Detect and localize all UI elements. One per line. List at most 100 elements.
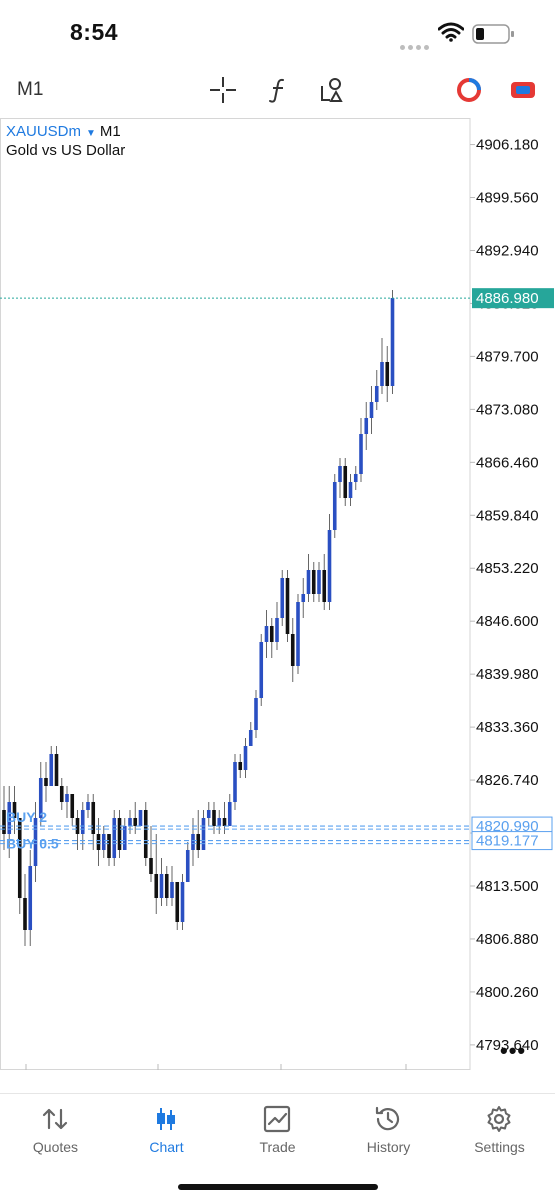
- bear-candle: [385, 362, 390, 386]
- nav-quotes-label: Quotes: [32, 1139, 79, 1155]
- bull-candle: [306, 570, 311, 594]
- bear-candle: [54, 754, 59, 786]
- crosshair-icon[interactable]: [207, 74, 239, 106]
- bear-candle: [212, 810, 216, 826]
- bear-candle: [311, 570, 316, 594]
- bull-candle: [348, 482, 353, 498]
- price-chart[interactable]: 4906.1804899.5604892.9404886.3204879.700…: [0, 118, 555, 1070]
- price-tick-label: 4806.880: [476, 931, 539, 948]
- price-tick-label: 4899.560: [476, 190, 539, 207]
- price-tick-label: 4859.840: [476, 507, 539, 524]
- symbol-name[interactable]: XAUUSDm: [6, 123, 81, 140]
- battery-icon: [472, 24, 514, 44]
- bear-candle: [70, 794, 75, 818]
- signal-dots-icon: [400, 37, 432, 55]
- more-options-icon[interactable]: •••: [500, 1038, 526, 1064]
- order-price-label: 4819.177: [476, 833, 539, 850]
- price-tick-label: 4879.700: [476, 348, 539, 365]
- bull-candle: [101, 834, 106, 850]
- nav-trade[interactable]: Trade: [222, 1094, 333, 1174]
- bull-candle: [185, 850, 190, 882]
- status-time: 8:54: [70, 19, 119, 45]
- nav-quotes[interactable]: Quotes: [0, 1094, 111, 1174]
- bull-candle: [112, 818, 117, 858]
- bull-candle: [327, 530, 332, 602]
- bull-candle: [338, 466, 342, 482]
- bull-candle: [65, 794, 69, 802]
- bull-candle: [28, 866, 33, 930]
- nav-history[interactable]: History: [333, 1094, 444, 1174]
- bear-candle: [290, 634, 295, 666]
- objects-icon[interactable]: [316, 74, 348, 106]
- nav-settings[interactable]: Settings: [444, 1094, 555, 1174]
- order-label: BUY 0.5: [6, 836, 59, 852]
- nav-history-label: History: [366, 1139, 411, 1155]
- timeframe-button[interactable]: M1: [17, 79, 43, 101]
- bull-candle: [206, 810, 211, 818]
- bear-candle: [149, 858, 153, 874]
- price-tick-label: 4813.500: [476, 878, 539, 895]
- wifi-icon: [438, 22, 464, 42]
- symbol-header[interactable]: XAUUSDm ▼ M1: [6, 123, 121, 140]
- chart-toolbar: M1: [0, 62, 555, 118]
- bull-candle: [296, 602, 300, 666]
- nav-chart-label: Chart: [149, 1139, 184, 1155]
- bull-candle: [243, 746, 248, 770]
- symbol-caret-icon[interactable]: ▼: [86, 128, 96, 139]
- bull-candle: [217, 818, 222, 826]
- bear-candle: [322, 570, 327, 602]
- price-tick-label: 4833.360: [476, 719, 539, 736]
- home-indicator: [178, 1184, 378, 1190]
- bull-candle: [122, 826, 127, 850]
- one-click-trading-icon[interactable]: [453, 74, 485, 106]
- quotes-icon: [42, 1108, 68, 1130]
- price-tick-label: 4853.220: [476, 560, 539, 577]
- chart-icon: [157, 1108, 175, 1130]
- bear-candle: [133, 818, 138, 826]
- indicators-icon[interactable]: [262, 74, 294, 106]
- bull-candle: [332, 482, 337, 530]
- bull-candle: [80, 810, 85, 834]
- bull-candle: [86, 802, 90, 810]
- bull-candle: [317, 570, 321, 594]
- bear-candle: [269, 626, 274, 642]
- bull-candle: [159, 874, 164, 898]
- bull-candle: [170, 882, 174, 898]
- nav-settings-label: Settings: [474, 1139, 525, 1155]
- bear-candle: [343, 466, 348, 498]
- candlestick-chart[interactable]: 4906.1804899.5604892.9404886.3204879.700…: [0, 118, 555, 1070]
- bear-candle: [17, 818, 22, 898]
- bear-candle: [175, 882, 180, 922]
- history-icon: [375, 1106, 400, 1131]
- settings-gear-icon: [487, 1106, 511, 1132]
- price-tick-label: 4892.940: [476, 242, 539, 259]
- nav-trade-label: Trade: [259, 1139, 296, 1155]
- current-price-label: 4886.980: [476, 290, 539, 307]
- bull-candle: [128, 818, 132, 826]
- bull-candle: [301, 594, 306, 602]
- price-tick-label: 4800.260: [476, 984, 539, 1001]
- bear-candle: [107, 834, 111, 858]
- bull-candle: [275, 618, 279, 642]
- trade-icon[interactable]: [507, 74, 539, 106]
- bear-candle: [143, 810, 148, 858]
- price-tick-label: 4873.080: [476, 401, 539, 418]
- bear-candle: [164, 874, 169, 898]
- bull-candle: [390, 298, 395, 386]
- plot-frame: [0, 118, 471, 1070]
- price-tick-label: 4839.980: [476, 666, 539, 683]
- bull-candle: [254, 698, 258, 730]
- order-label: BUY 2: [6, 809, 47, 825]
- bull-candle: [201, 818, 206, 850]
- bull-candle: [248, 730, 253, 746]
- status-bar: 8:54: [0, 0, 555, 62]
- bull-candle: [138, 810, 143, 826]
- bull-candle: [49, 754, 54, 786]
- bear-candle: [59, 786, 64, 802]
- bull-candle: [233, 762, 237, 802]
- bear-candle: [96, 834, 101, 850]
- bull-candle: [369, 402, 374, 418]
- nav-chart[interactable]: Chart: [111, 1094, 222, 1174]
- price-tick-label: 4846.600: [476, 613, 539, 630]
- bull-candle: [259, 642, 264, 698]
